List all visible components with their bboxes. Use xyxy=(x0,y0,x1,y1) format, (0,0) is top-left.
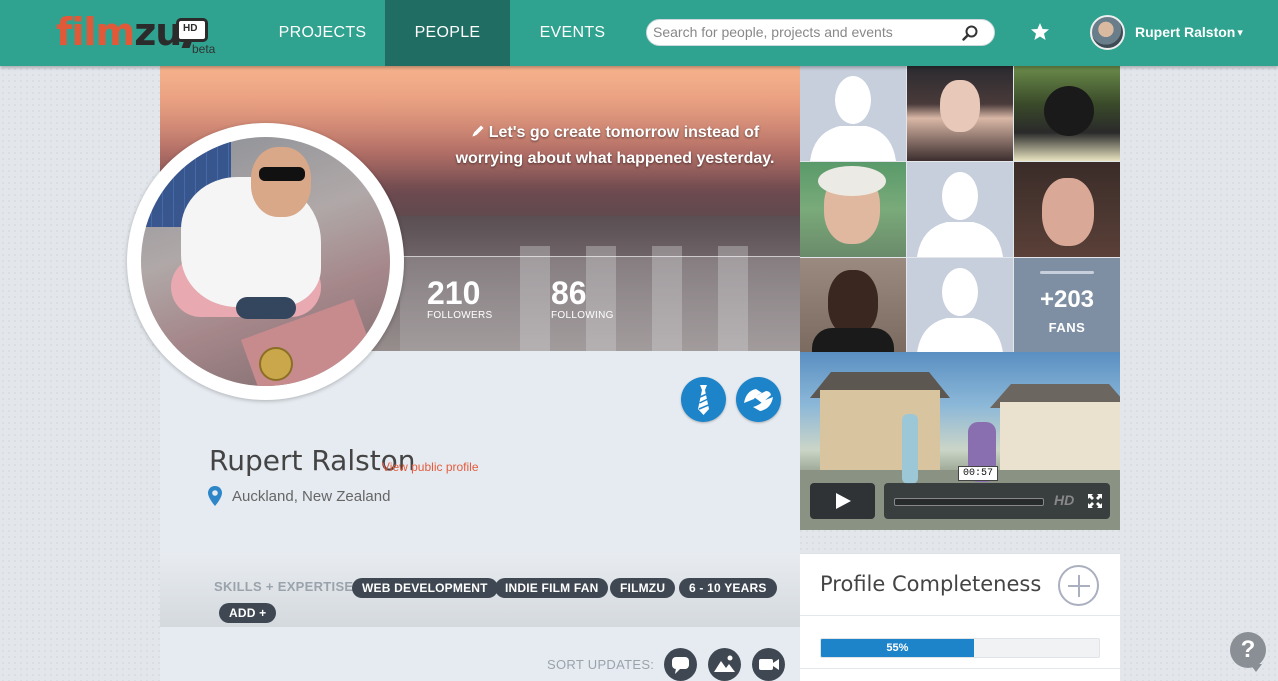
followers-stat[interactable]: 210 FOLLOWERS xyxy=(427,275,493,321)
sort-updates-label: SORT UPDATES: xyxy=(547,657,655,672)
hd-toggle[interactable]: HD xyxy=(1054,492,1074,508)
person-silhouette-icon xyxy=(810,76,896,161)
profile-location: Auckland, New Zealand xyxy=(208,486,390,506)
location-pin-icon xyxy=(208,486,222,506)
more-fans-button[interactable]: +203 FANS xyxy=(1014,258,1120,353)
logo-hd-badge: HD xyxy=(176,18,208,42)
skills-label: SKILLS + EXPERTISE: xyxy=(214,579,359,594)
nav-projects[interactable]: PROJECTS xyxy=(260,0,385,66)
video-timecode: 00:57 xyxy=(958,466,999,481)
profile-avatar[interactable] xyxy=(127,123,404,400)
fan-avatar[interactable] xyxy=(907,258,1013,353)
filmzu-logo[interactable]: filmzu HD beta xyxy=(56,10,226,56)
mountain-photo-icon xyxy=(714,655,736,672)
chevron-down-icon: ▾ xyxy=(1237,26,1243,39)
play-button[interactable] xyxy=(810,483,875,519)
location-text: Auckland, New Zealand xyxy=(232,487,391,505)
profile-quote[interactable]: Let's go create tomorrow instead of worr… xyxy=(440,120,790,172)
fan-avatar[interactable] xyxy=(800,258,906,353)
person-silhouette-icon xyxy=(917,172,1003,257)
sort-comments-button[interactable] xyxy=(664,648,698,681)
profile-sidebar: +203 FANS 00:57 HD Profile Completeness … xyxy=(800,66,1120,681)
fan-avatar[interactable] xyxy=(800,66,906,161)
skill-tag[interactable]: WEB DEVELOPMENT xyxy=(352,578,498,598)
user-avatar xyxy=(1090,14,1125,50)
profile-main: Let's go create tomorrow instead of worr… xyxy=(127,66,800,681)
favorites-star-icon[interactable] xyxy=(1030,22,1050,42)
profile-completeness-title: Profile Completeness xyxy=(820,572,1042,596)
pencil-icon[interactable] xyxy=(471,124,485,138)
add-circle-icon[interactable] xyxy=(1058,565,1099,606)
following-count: 86 xyxy=(551,275,587,311)
profile-video-player[interactable]: 00:57 HD xyxy=(800,352,1120,530)
video-scrubber: 00:57 HD xyxy=(884,466,1110,519)
view-public-profile-link[interactable]: View public profile xyxy=(382,460,479,474)
tie-badge-icon[interactable] xyxy=(681,377,726,422)
add-skill-button[interactable]: ADD + xyxy=(219,603,277,623)
search-box xyxy=(646,19,995,46)
user-name: Rupert Ralston xyxy=(1135,24,1236,40)
follow-stats: 210 FOLLOWERS 86 FOLLOWING xyxy=(400,256,800,351)
logo-beta-label: beta xyxy=(192,42,216,56)
followers-label: FOLLOWERS xyxy=(427,310,493,321)
fullscreen-icon[interactable] xyxy=(1088,494,1102,508)
sort-videos-button[interactable] xyxy=(752,648,786,681)
video-camera-icon xyxy=(759,659,780,670)
nav-events[interactable]: EVENTS xyxy=(510,0,635,66)
sort-photos-button[interactable] xyxy=(708,648,742,681)
speech-bubble-icon xyxy=(672,657,690,674)
person-silhouette-icon xyxy=(917,268,1003,353)
skills-section: SKILLS + EXPERTISE: WEB DEVELOPMENT INDI… xyxy=(160,553,800,627)
profile-quote-text: Let's go create tomorrow instead of worr… xyxy=(455,124,775,167)
completeness-percent: 55% xyxy=(886,642,909,654)
fan-avatar[interactable] xyxy=(907,66,1013,161)
completeness-progress-bar: 55% xyxy=(820,638,1100,658)
following-label: FOLLOWING xyxy=(551,310,614,321)
top-nav-bar: filmzu HD beta PROJECTS PEOPLE EVENTS Ru… xyxy=(0,0,1278,66)
logo-wordmark: filmzu xyxy=(56,10,182,54)
play-icon xyxy=(836,493,851,509)
handshake-badge-icon[interactable] xyxy=(736,377,781,422)
followers-count: 210 xyxy=(427,275,481,311)
nav-people[interactable]: PEOPLE xyxy=(385,0,510,66)
fan-avatar[interactable] xyxy=(1014,162,1120,257)
video-controls: 00:57 HD xyxy=(810,466,1110,519)
main-nav: PROJECTS PEOPLE EVENTS xyxy=(260,0,635,66)
fan-avatar[interactable] xyxy=(907,162,1013,257)
fan-avatar[interactable] xyxy=(800,162,906,257)
profile-completeness-card: Profile Completeness 55% xyxy=(800,553,1120,681)
profile-photo xyxy=(141,137,390,386)
search-icon[interactable] xyxy=(962,25,978,41)
video-progress-track[interactable] xyxy=(894,498,1044,506)
following-stat[interactable]: 86 FOLLOWING xyxy=(551,275,614,321)
help-button[interactable]: ? xyxy=(1230,632,1266,672)
user-menu[interactable]: Rupert Ralston ▾ xyxy=(1090,14,1243,50)
skill-tag[interactable]: INDIE FILM FAN xyxy=(495,578,609,598)
skill-tag[interactable]: 6 - 10 YEARS xyxy=(679,578,777,598)
search-input[interactable] xyxy=(653,24,953,40)
fan-avatar[interactable] xyxy=(1014,66,1120,161)
sort-updates: SORT UPDATES: xyxy=(547,648,796,681)
more-fans-label: FANS xyxy=(1048,320,1086,335)
skill-tag[interactable]: FILMZU xyxy=(610,578,676,598)
more-fans-count: +203 xyxy=(1039,286,1095,313)
